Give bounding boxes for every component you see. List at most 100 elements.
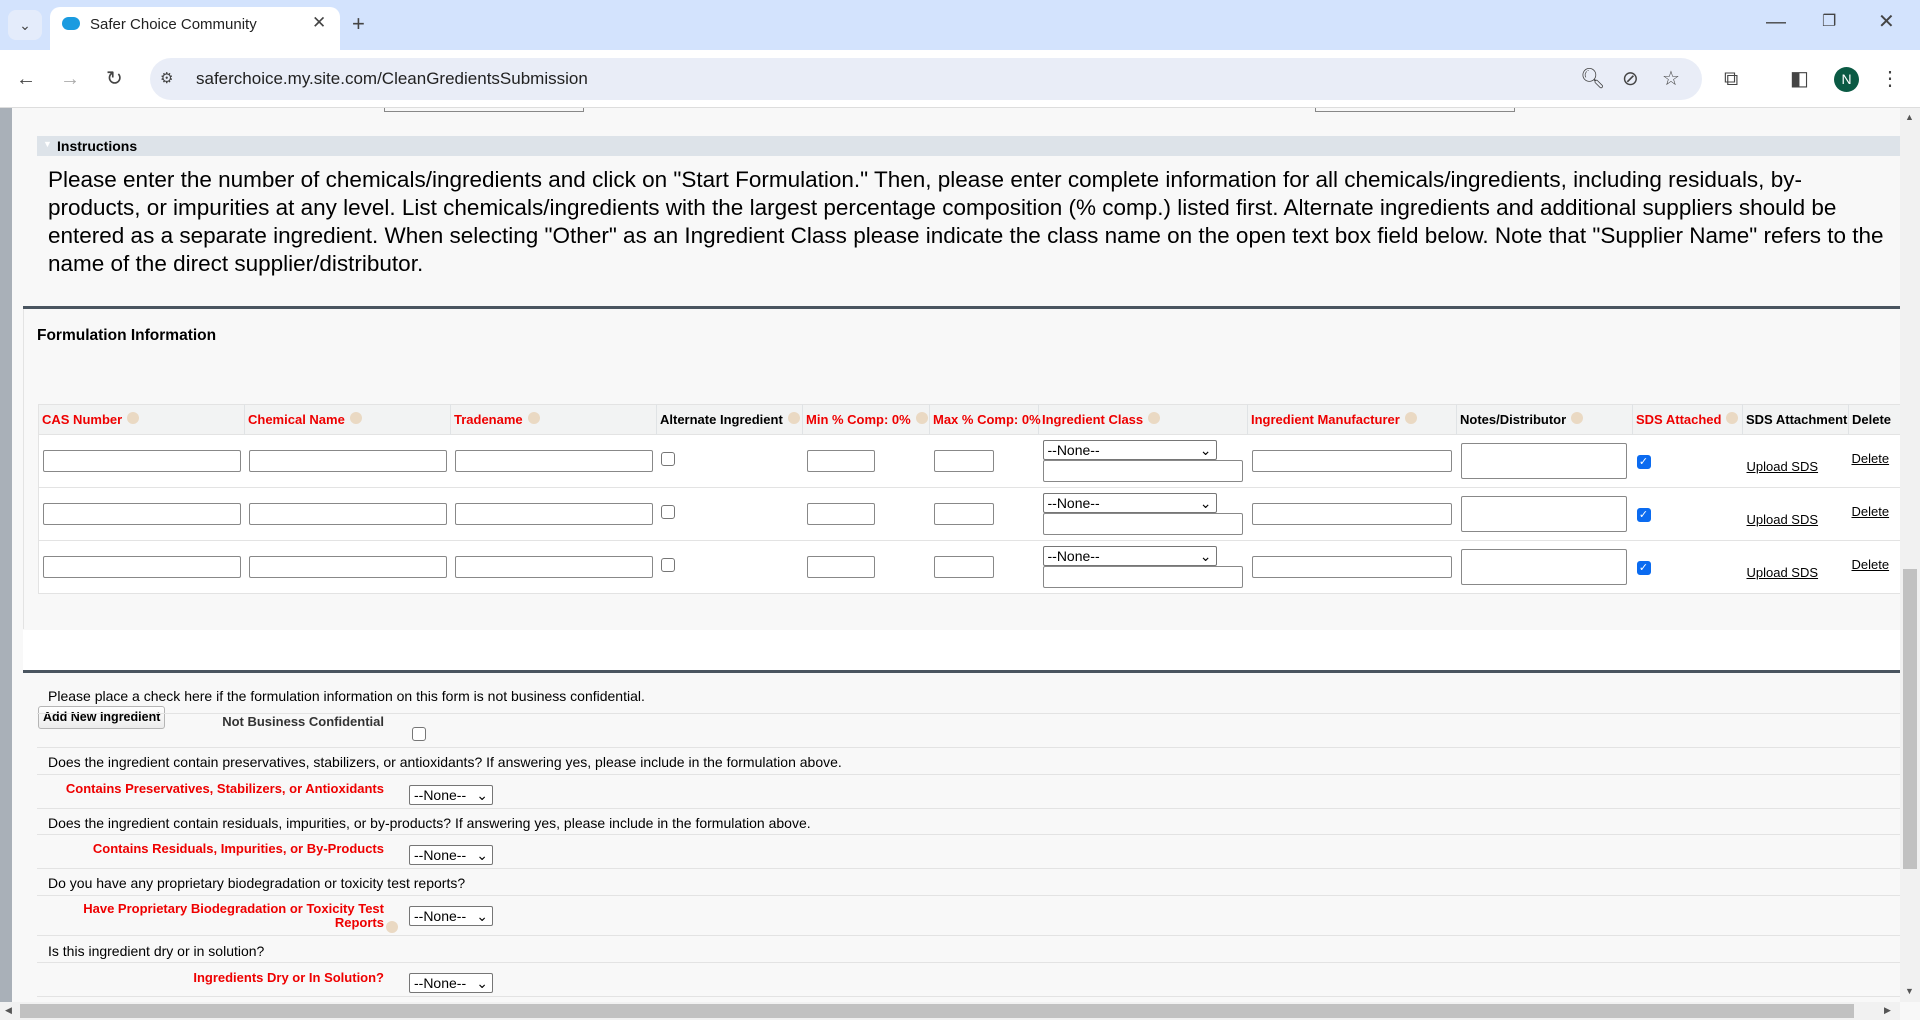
- max-comp-input[interactable]: [933, 450, 994, 472]
- alternate-ingredient-checkbox[interactable]: [660, 557, 675, 572]
- url-text[interactable]: saferchoice.my.site.com/CleanGredientsSu…: [196, 69, 588, 89]
- ingredient-class-select[interactable]: --None-- ⌄: [1042, 440, 1217, 460]
- tradename-cell: [450, 540, 657, 594]
- help-icon[interactable]: [787, 412, 800, 424]
- scroll-up-icon[interactable]: ▲: [1905, 112, 1914, 122]
- forward-icon[interactable]: →: [60, 67, 80, 91]
- chemical-cell: [244, 487, 451, 541]
- tab-active[interactable]: Safer Choice Community ✕: [50, 7, 340, 50]
- tradename-input[interactable]: [454, 503, 653, 525]
- tradename-input[interactable]: [454, 556, 653, 578]
- chemical-name-input[interactable]: [248, 556, 447, 578]
- vertical-scrollbar[interactable]: ▲ ▼: [1900, 108, 1920, 1002]
- help-icon[interactable]: [1726, 412, 1739, 424]
- scroll-down-icon[interactable]: ▼: [1905, 986, 1914, 996]
- dry-solution-label: Ingredients Dry or In Solution?: [193, 970, 384, 985]
- delete-cell: Delete: [1848, 540, 1900, 594]
- question-text: Does the ingredient contain residuals, i…: [48, 815, 811, 831]
- field-above: [384, 108, 584, 112]
- help-icon[interactable]: [127, 412, 140, 424]
- min-comp-input[interactable]: [806, 556, 875, 578]
- scrollbar-thumb[interactable]: [1903, 569, 1917, 869]
- question-text: Is this ingredient dry or in solution?: [48, 943, 265, 959]
- menu-icon[interactable]: ⋮: [1880, 67, 1900, 91]
- sds-attached-checkbox[interactable]: ✓: [1636, 455, 1651, 469]
- notes-distributor-textarea[interactable]: [1460, 549, 1627, 585]
- horizontal-scrollbar[interactable]: ◀ ▶: [0, 1002, 1900, 1020]
- cas-cell: [38, 487, 245, 541]
- instructions-header[interactable]: ▼ Instructions: [37, 136, 1900, 156]
- notes-distributor-textarea[interactable]: [1460, 443, 1627, 479]
- help-icon[interactable]: [386, 921, 398, 933]
- ingredient-class-select[interactable]: --None-- ⌄: [1042, 546, 1217, 566]
- upload-sds-link[interactable]: Upload SDS: [1747, 459, 1819, 474]
- sds-attached-checkbox[interactable]: ✓: [1636, 561, 1651, 575]
- preservatives-select[interactable]: --None-- ⌄: [409, 785, 493, 805]
- close-tab-icon[interactable]: ✕: [312, 11, 326, 35]
- delete-link[interactable]: Delete: [1852, 504, 1890, 519]
- tradename-input[interactable]: [454, 450, 653, 472]
- minimize-icon[interactable]: —: [1766, 10, 1786, 34]
- cas-number-input[interactable]: [43, 450, 241, 472]
- residuals-select[interactable]: --None-- ⌄: [409, 845, 493, 865]
- min-comp-input[interactable]: [806, 503, 875, 525]
- notes-cell: [1456, 540, 1633, 594]
- ingredient-manufacturer-input[interactable]: [1251, 503, 1452, 525]
- tab-title: Safer Choice Community: [90, 16, 257, 33]
- site-info-icon[interactable]: ⚙: [160, 67, 173, 91]
- biodegradation-select[interactable]: --None-- ⌄: [409, 906, 493, 926]
- ingredient-class-other-input[interactable]: [1042, 460, 1243, 482]
- ingredient-class-other-input[interactable]: [1042, 513, 1243, 535]
- biodegradation-label: Have Proprietary Biodegradation or Toxic…: [83, 901, 384, 930]
- bookmark-star-icon[interactable]: ☆: [1662, 67, 1680, 91]
- help-icon[interactable]: [1571, 412, 1584, 424]
- ingredient-class-other-input[interactable]: [1042, 566, 1243, 588]
- delete-cell: Delete: [1848, 487, 1900, 541]
- dry-solution-select[interactable]: --None-- ⌄: [409, 973, 493, 993]
- profile-avatar[interactable]: N: [1834, 67, 1859, 92]
- max-comp-input[interactable]: [933, 503, 994, 525]
- scroll-right-icon[interactable]: ▶: [1884, 1005, 1891, 1016]
- max-comp-input[interactable]: [933, 556, 994, 578]
- scroll-left-icon[interactable]: ◀: [5, 1005, 12, 1016]
- extensions-icon[interactable]: ⧉: [1724, 67, 1738, 91]
- cas-number-input[interactable]: [43, 503, 241, 525]
- help-icon[interactable]: [349, 412, 362, 424]
- upload-sds-link[interactable]: Upload SDS: [1747, 512, 1819, 527]
- notes-cell: [1456, 434, 1633, 488]
- zoom-out-icon[interactable]: 🔍︎: [1580, 67, 1605, 91]
- close-window-icon[interactable]: ✕: [1878, 10, 1895, 34]
- new-tab-icon[interactable]: +: [352, 12, 365, 36]
- back-icon[interactable]: ←: [16, 67, 36, 91]
- ingredient-manufacturer-input[interactable]: [1251, 450, 1452, 472]
- help-icon[interactable]: [915, 412, 928, 424]
- help-icon[interactable]: [527, 412, 540, 424]
- sds-attachment-cell: Upload SDS: [1742, 487, 1849, 541]
- not-business-confidential-checkbox[interactable]: [412, 727, 426, 741]
- address-bar[interactable]: ⚙ saferchoice.my.site.com/CleanGredients…: [150, 58, 1702, 100]
- tab-search-button[interactable]: ⌄: [8, 10, 42, 40]
- scrollbar-thumb[interactable]: [20, 1004, 1854, 1018]
- ingredient-manufacturer-input[interactable]: [1251, 556, 1452, 578]
- cas-number-input[interactable]: [43, 556, 241, 578]
- notes-distributor-textarea[interactable]: [1460, 496, 1627, 532]
- alternate-ingredient-checkbox[interactable]: [660, 451, 675, 466]
- delete-cell: Delete: [1848, 434, 1900, 488]
- help-icon[interactable]: [1404, 412, 1417, 424]
- eye-off-icon[interactable]: ⊘: [1622, 67, 1639, 91]
- upload-sds-link[interactable]: Upload SDS: [1747, 565, 1819, 580]
- alternate-ingredient-checkbox[interactable]: [660, 504, 675, 519]
- help-icon[interactable]: [1148, 412, 1161, 424]
- min-comp-input[interactable]: [806, 450, 875, 472]
- restore-icon[interactable]: ❐: [1822, 10, 1836, 34]
- chemical-name-input[interactable]: [248, 503, 447, 525]
- side-panel-icon[interactable]: ◧: [1790, 67, 1809, 91]
- min-cell: [802, 487, 930, 541]
- delete-link[interactable]: Delete: [1852, 557, 1890, 572]
- delete-link[interactable]: Delete: [1852, 451, 1890, 466]
- collapse-triangle-icon[interactable]: ▼: [43, 139, 52, 149]
- sds-attached-checkbox[interactable]: ✓: [1636, 508, 1651, 522]
- chemical-name-input[interactable]: [248, 450, 447, 472]
- ingredient-class-select[interactable]: --None-- ⌄: [1042, 493, 1217, 513]
- reload-icon[interactable]: ↻: [106, 67, 123, 91]
